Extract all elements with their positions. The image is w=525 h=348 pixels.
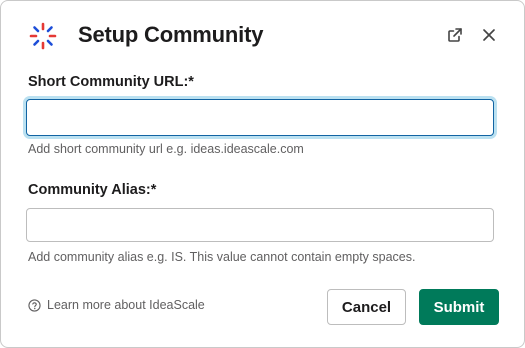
learn-more-link[interactable]: Learn more about IdeaScale <box>28 298 205 312</box>
setup-community-dialog: Setup Community Short Community URL:* Ad… <box>0 0 525 348</box>
url-field-label: Short Community URL:* <box>28 74 194 90</box>
close-button[interactable] <box>478 24 500 46</box>
help-circle-icon <box>28 298 41 312</box>
dialog-title: Setup Community <box>78 22 264 47</box>
cancel-button[interactable]: Cancel <box>327 289 406 325</box>
community-alias-input[interactable] <box>26 208 494 242</box>
alias-field-label: Community Alias:* <box>28 182 157 198</box>
close-icon <box>483 29 495 41</box>
short-url-input[interactable] <box>26 99 494 136</box>
url-field-hint: Add short community url e.g. ideas.ideas… <box>28 142 304 156</box>
ideascale-logo-icon <box>29 22 57 50</box>
learn-more-text: Learn more about IdeaScale <box>47 298 205 312</box>
dialog-header: Setup Community <box>1 1 524 71</box>
alias-field-hint: Add community alias e.g. IS. This value … <box>28 250 416 264</box>
open-external-button[interactable] <box>444 24 466 46</box>
open-external-icon <box>448 28 462 42</box>
submit-button[interactable]: Submit <box>419 289 499 325</box>
